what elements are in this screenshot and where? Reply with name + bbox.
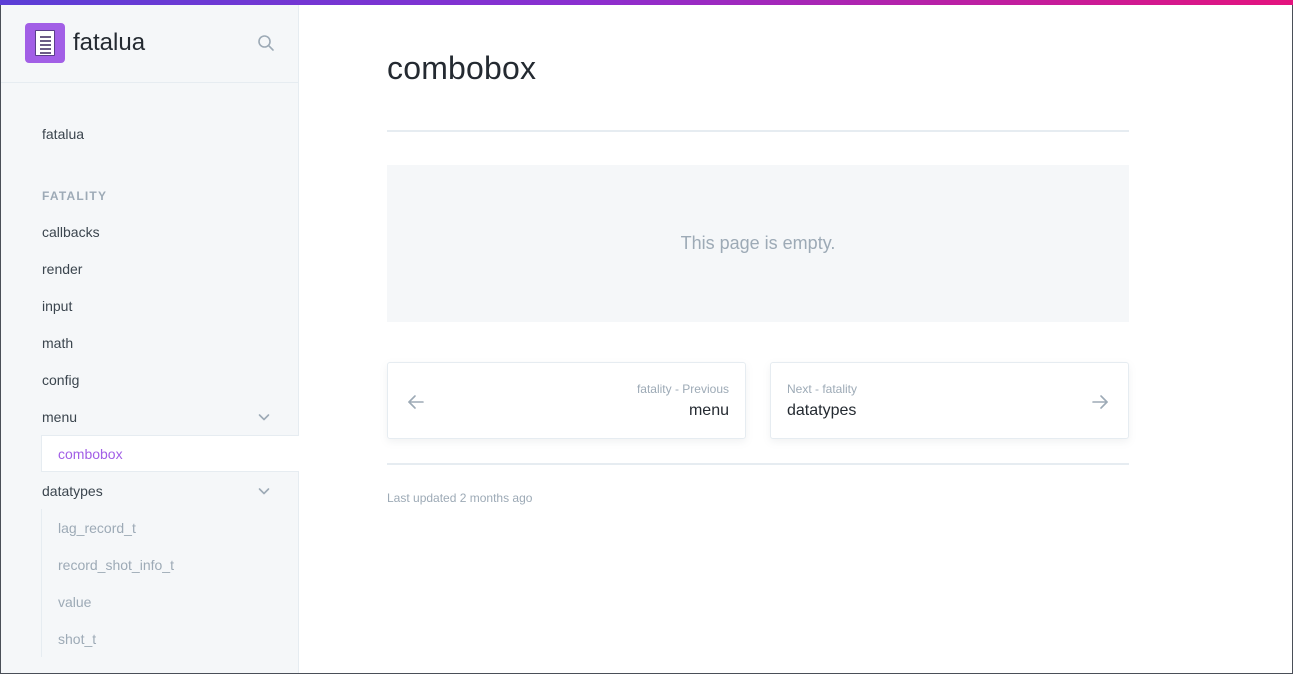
- sidebar-group-title: FATALITY: [42, 189, 108, 203]
- sidebar-item-label: combobox: [58, 446, 123, 462]
- sidebar-item-math[interactable]: math: [42, 334, 73, 352]
- sidebar-item-fatalua[interactable]: fatalua: [42, 125, 84, 143]
- arrow-left-icon: [406, 392, 426, 412]
- page-title: combobox: [387, 50, 537, 86]
- previous-label: menu: [688, 402, 729, 419]
- document-icon[interactable]: [25, 23, 65, 63]
- app-window: fatalua fatalua FATALITY callbacks rende…: [0, 0, 1293, 674]
- top-gradient-bar: [0, 0, 1293, 5]
- arrow-right-icon: [1090, 392, 1110, 412]
- sidebar-item-callbacks[interactable]: callbacks: [42, 223, 100, 241]
- sidebar-item-input[interactable]: input: [42, 297, 72, 315]
- sidebar-item-shot-t[interactable]: shot_t: [58, 630, 96, 648]
- brand-name[interactable]: fatalua: [73, 29, 145, 57]
- title-divider: [387, 130, 1129, 132]
- sidebar-item-datatypes[interactable]: datatypes: [42, 482, 103, 500]
- sidebar-item-lag-record-t[interactable]: lag_record_t: [58, 519, 136, 537]
- chevron-down-icon[interactable]: [257, 410, 271, 424]
- sidebar-item-config[interactable]: config: [42, 371, 79, 389]
- previous-hint: fatality - Previous: [636, 382, 729, 396]
- next-page-button[interactable]: Next - fatality datatypes: [770, 362, 1129, 439]
- empty-page-notice: This page is empty.: [387, 165, 1129, 322]
- empty-message: This page is empty.: [680, 233, 836, 253]
- sidebar-item-menu[interactable]: menu: [42, 408, 77, 426]
- next-label: datatypes: [787, 402, 857, 419]
- sidebar-header: fatalua: [1, 5, 298, 83]
- sidebar-item-record-shot-info-t[interactable]: record_shot_info_t: [58, 556, 174, 574]
- previous-page-button[interactable]: fatality - Previous menu: [387, 362, 746, 439]
- sidebar-item-value[interactable]: value: [58, 593, 91, 611]
- last-updated: Last updated 2 months ago: [387, 491, 533, 505]
- sidebar: fatalua fatalua FATALITY callbacks rende…: [1, 5, 299, 673]
- main-content: combobox This page is empty. fatality - …: [299, 5, 1292, 673]
- search-icon[interactable]: [257, 34, 275, 52]
- sidebar-item-combobox[interactable]: combobox: [41, 435, 299, 472]
- submenu-rail: [41, 509, 42, 657]
- sidebar-item-render[interactable]: render: [42, 260, 82, 278]
- chevron-down-icon[interactable]: [257, 484, 271, 498]
- footer-divider: [387, 463, 1129, 465]
- next-hint: Next - fatality: [787, 382, 858, 396]
